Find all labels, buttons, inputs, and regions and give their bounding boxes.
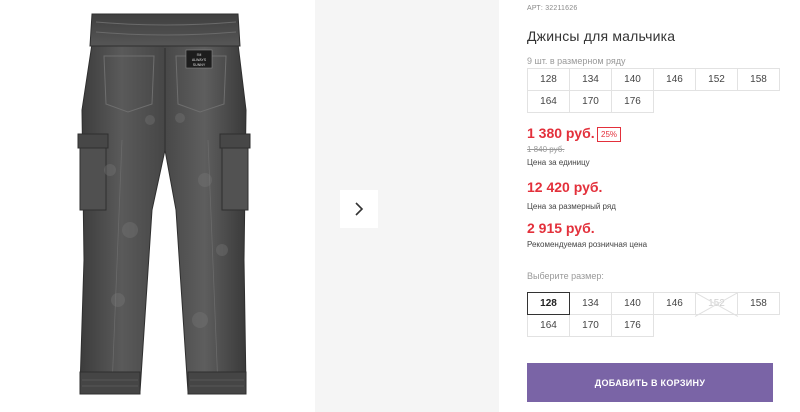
size-option-134[interactable]: 134 xyxy=(569,292,612,315)
pack-size: 170 xyxy=(569,90,612,113)
size-option-146[interactable]: 146 xyxy=(653,292,696,315)
pack-size: 134 xyxy=(569,68,612,91)
badge-text-3: SUNNY xyxy=(193,63,206,67)
size-option-176[interactable]: 176 xyxy=(611,314,654,337)
unit-price: 1 380 руб. xyxy=(527,125,595,141)
next-image-button[interactable] xyxy=(340,190,378,228)
product-title: Джинсы для мальчика xyxy=(527,28,676,44)
pack-label: 9 шт. в размерном ряду xyxy=(527,56,626,66)
size-option-128[interactable]: 128 xyxy=(527,292,570,315)
pack-size: 140 xyxy=(611,68,654,91)
pack-size: 152 xyxy=(695,68,738,91)
discount-badge: 25% xyxy=(597,127,622,142)
pack-size: 164 xyxy=(527,90,570,113)
pack-size-grid: 128 134 140 146 152 158 164 170 176 xyxy=(527,68,780,113)
sku: АРТ: 32211626 xyxy=(527,5,578,12)
badge-text-2: ALWAYS xyxy=(192,58,207,62)
row-price-caption: Цена за размерный ряд xyxy=(527,202,616,211)
size-option-164[interactable]: 164 xyxy=(527,314,570,337)
add-to-cart-button[interactable]: ДОБАВИТЬ В КОРЗИНУ xyxy=(527,363,773,402)
pack-size: 158 xyxy=(737,68,780,91)
jeans-image: I'M ALWAYS SUNNY xyxy=(77,13,251,395)
unit-price-caption: Цена за единицу xyxy=(527,158,590,167)
product-page: I'M ALWAYS SUNNY АРТ: 32211626 Джинсы дл… xyxy=(0,0,800,412)
old-price: 1 840 руб. xyxy=(527,145,565,154)
chevron-right-icon xyxy=(355,202,364,216)
rrp-price: 2 915 руб. xyxy=(527,220,595,236)
badge-text-1: I'M xyxy=(197,53,202,57)
size-selector: 128 134 140 146 152 158 164 170 176 xyxy=(527,292,780,337)
pack-size: 146 xyxy=(653,68,696,91)
size-option-140[interactable]: 140 xyxy=(611,292,654,315)
rrp-price-caption: Рекомендуемая розничная цена xyxy=(527,240,648,249)
pack-size: 128 xyxy=(527,68,570,91)
product-photo[interactable]: I'M ALWAYS SUNNY xyxy=(0,0,315,412)
product-info: АРТ: 32211626 Джинсы для мальчика 9 шт. … xyxy=(527,0,787,412)
size-option-152: 152 xyxy=(695,292,738,315)
size-option-170[interactable]: 170 xyxy=(569,314,612,337)
row-price: 12 420 руб. xyxy=(527,179,603,195)
pack-size: 176 xyxy=(611,90,654,113)
size-option-158[interactable]: 158 xyxy=(737,292,780,315)
choose-size-label: Выберите размер: xyxy=(527,271,604,281)
